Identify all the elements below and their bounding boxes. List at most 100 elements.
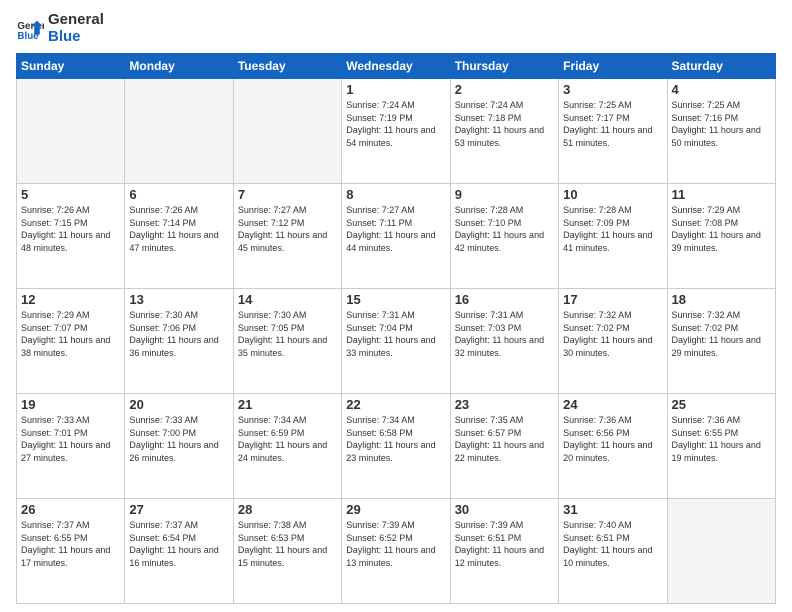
day-cell-5: 5Sunrise: 7:26 AMSunset: 7:15 PMDaylight…	[17, 184, 125, 289]
weekday-monday: Monday	[125, 54, 233, 79]
day-info: Sunrise: 7:34 AMSunset: 6:59 PMDaylight:…	[238, 414, 337, 464]
day-number: 15	[346, 292, 445, 307]
day-info: Sunrise: 7:34 AMSunset: 6:58 PMDaylight:…	[346, 414, 445, 464]
day-cell-14: 14Sunrise: 7:30 AMSunset: 7:05 PMDayligh…	[233, 289, 341, 394]
day-cell-29: 29 Sunrise: 7:39 AMSunset: 6:52 PMDayligh…	[342, 499, 450, 604]
calendar-body: 1 Sunrise: 7:24 AMSunset: 7:19 PMDaylight…	[17, 79, 776, 604]
day-info: Sunrise: 7:33 AMSunset: 7:00 PMDaylight:…	[129, 414, 228, 464]
empty-cell	[667, 499, 775, 604]
header: General Blue General Blue	[16, 12, 776, 45]
day-cell-13: 13Sunrise: 7:30 AMSunset: 7:06 PMDayligh…	[125, 289, 233, 394]
day-info: Sunrise: 7:25 AMSunset: 7:16 PMDaylight:…	[672, 99, 771, 149]
week-row-1: 5Sunrise: 7:26 AMSunset: 7:15 PMDaylight…	[17, 184, 776, 289]
day-cell-9: 9 Sunrise: 7:28 AMSunset: 7:10 PMDaylight…	[450, 184, 558, 289]
weekday-friday: Friday	[559, 54, 667, 79]
day-info: Sunrise: 7:29 AMSunset: 7:07 PMDaylight:…	[21, 309, 120, 359]
day-number: 16	[455, 292, 554, 307]
day-number: 24	[563, 397, 662, 412]
empty-cell	[125, 79, 233, 184]
day-cell-11: 11 Sunrise: 7:29 AMSunset: 7:08 PMDayligh…	[667, 184, 775, 289]
day-cell-21: 21Sunrise: 7:34 AMSunset: 6:59 PMDayligh…	[233, 394, 341, 499]
day-info: Sunrise: 7:32 AMSunset: 7:02 PMDaylight:…	[563, 309, 662, 359]
day-cell-10: 10 Sunrise: 7:28 AMSunset: 7:09 PMDayligh…	[559, 184, 667, 289]
day-number: 1	[346, 82, 445, 97]
weekday-thursday: Thursday	[450, 54, 558, 79]
week-row-2: 12 Sunrise: 7:29 AMSunset: 7:07 PMDayligh…	[17, 289, 776, 394]
day-info: Sunrise: 7:36 AMSunset: 6:56 PMDaylight:…	[563, 414, 662, 464]
day-cell-25: 25Sunrise: 7:36 AMSunset: 6:55 PMDayligh…	[667, 394, 775, 499]
day-info: Sunrise: 7:26 AMSunset: 7:15 PMDaylight:…	[21, 204, 120, 254]
day-number: 4	[672, 82, 771, 97]
empty-cell	[233, 79, 341, 184]
day-cell-1: 1 Sunrise: 7:24 AMSunset: 7:19 PMDaylight…	[342, 79, 450, 184]
day-number: 27	[129, 502, 228, 517]
day-number: 29	[346, 502, 445, 517]
day-info: Sunrise: 7:38 AMSunset: 6:53 PMDaylight:…	[238, 519, 337, 569]
day-number: 10	[563, 187, 662, 202]
day-cell-18: 18Sunrise: 7:32 AMSunset: 7:02 PMDayligh…	[667, 289, 775, 394]
logo-general-text: General	[48, 12, 104, 29]
weekday-header-row: SundayMondayTuesdayWednesdayThursdayFrid…	[17, 54, 776, 79]
week-row-0: 1 Sunrise: 7:24 AMSunset: 7:19 PMDaylight…	[17, 79, 776, 184]
day-number: 30	[455, 502, 554, 517]
day-info: Sunrise: 7:28 AMSunset: 7:10 PMDaylight:…	[455, 204, 554, 254]
week-row-3: 19 Sunrise: 7:33 AMSunset: 7:01 PMDayligh…	[17, 394, 776, 499]
day-number: 12	[21, 292, 120, 307]
logo: General Blue General Blue	[16, 12, 104, 45]
day-number: 20	[129, 397, 228, 412]
day-info: Sunrise: 7:39 AMSunset: 6:52 PMDaylight:…	[346, 519, 445, 569]
day-cell-4: 4 Sunrise: 7:25 AMSunset: 7:16 PMDaylight…	[667, 79, 775, 184]
day-number: 31	[563, 502, 662, 517]
day-info: Sunrise: 7:27 AMSunset: 7:11 PMDaylight:…	[346, 204, 445, 254]
day-cell-8: 8 Sunrise: 7:27 AMSunset: 7:11 PMDaylight…	[342, 184, 450, 289]
day-info: Sunrise: 7:30 AMSunset: 7:05 PMDaylight:…	[238, 309, 337, 359]
day-cell-28: 28 Sunrise: 7:38 AMSunset: 6:53 PMDayligh…	[233, 499, 341, 604]
day-info: Sunrise: 7:32 AMSunset: 7:02 PMDaylight:…	[672, 309, 771, 359]
day-info: Sunrise: 7:35 AMSunset: 6:57 PMDaylight:…	[455, 414, 554, 464]
logo-icon: General Blue	[16, 15, 44, 43]
day-cell-24: 24 Sunrise: 7:36 AMSunset: 6:56 PMDayligh…	[559, 394, 667, 499]
day-number: 28	[238, 502, 337, 517]
day-info: Sunrise: 7:31 AMSunset: 7:04 PMDaylight:…	[346, 309, 445, 359]
day-cell-20: 20 Sunrise: 7:33 AMSunset: 7:00 PMDayligh…	[125, 394, 233, 499]
day-info: Sunrise: 7:25 AMSunset: 7:17 PMDaylight:…	[563, 99, 662, 149]
day-number: 8	[346, 187, 445, 202]
day-number: 9	[455, 187, 554, 202]
day-number: 6	[129, 187, 228, 202]
day-info: Sunrise: 7:33 AMSunset: 7:01 PMDaylight:…	[21, 414, 120, 464]
day-info: Sunrise: 7:24 AMSunset: 7:19 PMDaylight:…	[346, 99, 445, 149]
day-cell-22: 22 Sunrise: 7:34 AMSunset: 6:58 PMDayligh…	[342, 394, 450, 499]
day-cell-31: 31 Sunrise: 7:40 AMSunset: 6:51 PMDayligh…	[559, 499, 667, 604]
day-info: Sunrise: 7:37 AMSunset: 6:55 PMDaylight:…	[21, 519, 120, 569]
day-info: Sunrise: 7:39 AMSunset: 6:51 PMDaylight:…	[455, 519, 554, 569]
day-number: 26	[21, 502, 120, 517]
day-number: 19	[21, 397, 120, 412]
day-info: Sunrise: 7:40 AMSunset: 6:51 PMDaylight:…	[563, 519, 662, 569]
day-cell-2: 2Sunrise: 7:24 AMSunset: 7:18 PMDaylight…	[450, 79, 558, 184]
day-info: Sunrise: 7:26 AMSunset: 7:14 PMDaylight:…	[129, 204, 228, 254]
day-number: 3	[563, 82, 662, 97]
day-cell-17: 17Sunrise: 7:32 AMSunset: 7:02 PMDayligh…	[559, 289, 667, 394]
week-row-4: 26 Sunrise: 7:37 AMSunset: 6:55 PMDayligh…	[17, 499, 776, 604]
day-info: Sunrise: 7:27 AMSunset: 7:12 PMDaylight:…	[238, 204, 337, 254]
day-cell-12: 12 Sunrise: 7:29 AMSunset: 7:07 PMDayligh…	[17, 289, 125, 394]
weekday-sunday: Sunday	[17, 54, 125, 79]
day-info: Sunrise: 7:29 AMSunset: 7:08 PMDaylight:…	[672, 204, 771, 254]
empty-cell	[17, 79, 125, 184]
day-info: Sunrise: 7:31 AMSunset: 7:03 PMDaylight:…	[455, 309, 554, 359]
calendar-table: SundayMondayTuesdayWednesdayThursdayFrid…	[16, 53, 776, 604]
day-cell-26: 26 Sunrise: 7:37 AMSunset: 6:55 PMDayligh…	[17, 499, 125, 604]
day-number: 7	[238, 187, 337, 202]
day-number: 25	[672, 397, 771, 412]
logo-blue-text: Blue	[48, 29, 104, 46]
day-info: Sunrise: 7:28 AMSunset: 7:09 PMDaylight:…	[563, 204, 662, 254]
day-cell-3: 3 Sunrise: 7:25 AMSunset: 7:17 PMDaylight…	[559, 79, 667, 184]
day-number: 11	[672, 187, 771, 202]
day-number: 2	[455, 82, 554, 97]
page: General Blue General Blue SundayMondayTu…	[0, 0, 792, 612]
day-cell-23: 23 Sunrise: 7:35 AMSunset: 6:57 PMDayligh…	[450, 394, 558, 499]
day-cell-16: 16 Sunrise: 7:31 AMSunset: 7:03 PMDayligh…	[450, 289, 558, 394]
day-number: 22	[346, 397, 445, 412]
day-number: 23	[455, 397, 554, 412]
day-info: Sunrise: 7:37 AMSunset: 6:54 PMDaylight:…	[129, 519, 228, 569]
